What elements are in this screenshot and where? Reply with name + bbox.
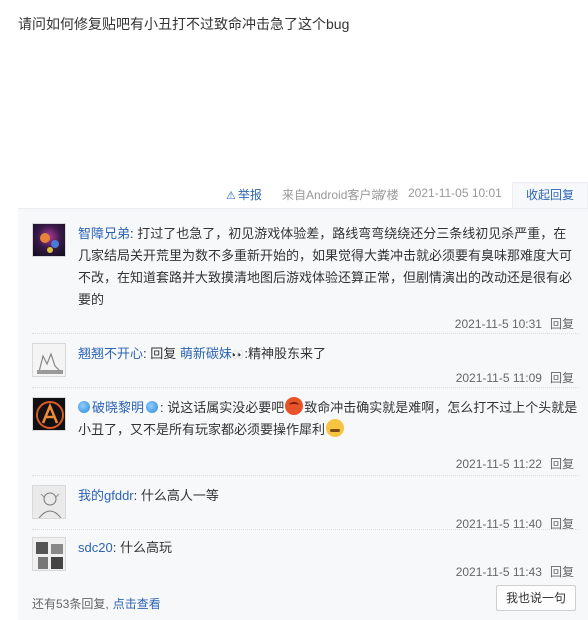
reply-username[interactable]: 翘翘不开心: [78, 346, 143, 361]
avatar[interactable]: [32, 397, 66, 431]
reply-time: 2021-11-5 10:31: [454, 317, 542, 331]
reply-button[interactable]: 回复: [550, 565, 574, 579]
reply-meta: 2021-11-5 10:31 回复: [455, 315, 574, 332]
collapse-replies-button[interactable]: 收起回复: [512, 182, 588, 208]
reply-meta: 2021-11-5 11:09 回复: [456, 369, 574, 386]
reply-time: 2021-11-5 11:09: [455, 371, 542, 385]
post-meta: ⚠ 举报 来自Android客户端 7楼 2021-11-05 10:01 收起回…: [0, 182, 588, 208]
post-body: 请问如何修复贴吧有小丑打不过致命冲击急了这个bug: [18, 16, 350, 32]
reply-colon: :: [133, 488, 141, 503]
reply-text-part1: 说这话属实没必要吧: [167, 400, 285, 415]
warning-icon: ⚠: [226, 190, 236, 202]
reply-content: 破晓黎明: 说这话属实没必要吧 致命冲击确实就是难啊，怎么打不过上个头就是小丑了，…: [78, 397, 578, 441]
floor-number: 7楼: [380, 188, 399, 202]
reply-button[interactable]: 回复: [550, 317, 574, 331]
post-time: 2021-11-05 10:01: [408, 186, 502, 200]
reply-button[interactable]: 回复: [550, 371, 574, 385]
say-something-button[interactable]: 我也说一句: [496, 585, 576, 611]
reply-content: 我的gfddr: 什么高人一等: [78, 485, 578, 507]
client-source: 来自Android客户端: [282, 188, 384, 202]
reply-username[interactable]: 我的gfddr: [78, 488, 134, 503]
reply-text: 什么高玩: [119, 540, 172, 555]
reply-text: 打过了也急了，初见游戏体验差，路线弯弯绕绕还分三条线初见杀严重，在几家结局关开荒…: [78, 226, 573, 307]
more-replies-count: 还有53条回复,: [32, 597, 109, 611]
reply-meta: 2021-11-5 11:22 回复: [456, 455, 574, 472]
reply-username[interactable]: 破晓黎明: [92, 400, 144, 415]
report-label: 举报: [237, 188, 262, 202]
avatar[interactable]: [32, 485, 66, 519]
divider: [32, 475, 578, 476]
reply-content: 智障兄弟: 打过了也急了，初见游戏体验差，路线弯弯绕绕还分三条线初见杀严重，在几…: [78, 223, 578, 311]
reply-text: 什么高人一等: [140, 488, 219, 503]
angry-face-emoji-icon: [285, 397, 304, 415]
reply-content: 翘翘不开心: 回复 萌新碳妹👀:精神股东来了: [78, 343, 578, 367]
reply-time: 2021-11-5 11:22: [455, 457, 542, 471]
reply-username[interactable]: 智障兄弟: [78, 226, 130, 241]
reply-text: :精神股东来了: [244, 346, 326, 361]
avatar[interactable]: [32, 537, 66, 571]
reply-time: 2021-11-5 11:43: [455, 565, 542, 579]
badge-icon: [78, 401, 90, 413]
reply-button[interactable]: 回复: [550, 457, 574, 471]
reply-box: 智障兄弟: 打过了也急了，初见游戏体验差，路线弯弯绕绕还分三条线初见杀严重，在几…: [18, 208, 588, 620]
reply-colon: :: [112, 540, 120, 555]
divider: [32, 529, 578, 530]
eyes-icon: 👀: [231, 350, 245, 361]
reply-content: sdc20: 什么高玩: [78, 537, 578, 559]
divider: [32, 387, 578, 388]
grinning-face-emoji-icon: [326, 419, 345, 437]
report-link[interactable]: ⚠ 举报: [226, 186, 262, 203]
reply-username[interactable]: sdc20: [78, 540, 113, 555]
reply-target-user[interactable]: 萌新碳妹: [180, 346, 232, 361]
avatar[interactable]: [32, 343, 66, 377]
avatar[interactable]: [32, 223, 66, 257]
view-more-link[interactable]: 点击查看: [113, 597, 161, 611]
divider: [32, 333, 578, 334]
reply-meta: 2021-11-5 11:43 回复: [456, 563, 574, 580]
more-replies: 还有53条回复, 点击查看: [32, 595, 161, 612]
badge-icon: [146, 401, 159, 413]
reply-prefix: 回复: [150, 346, 177, 361]
